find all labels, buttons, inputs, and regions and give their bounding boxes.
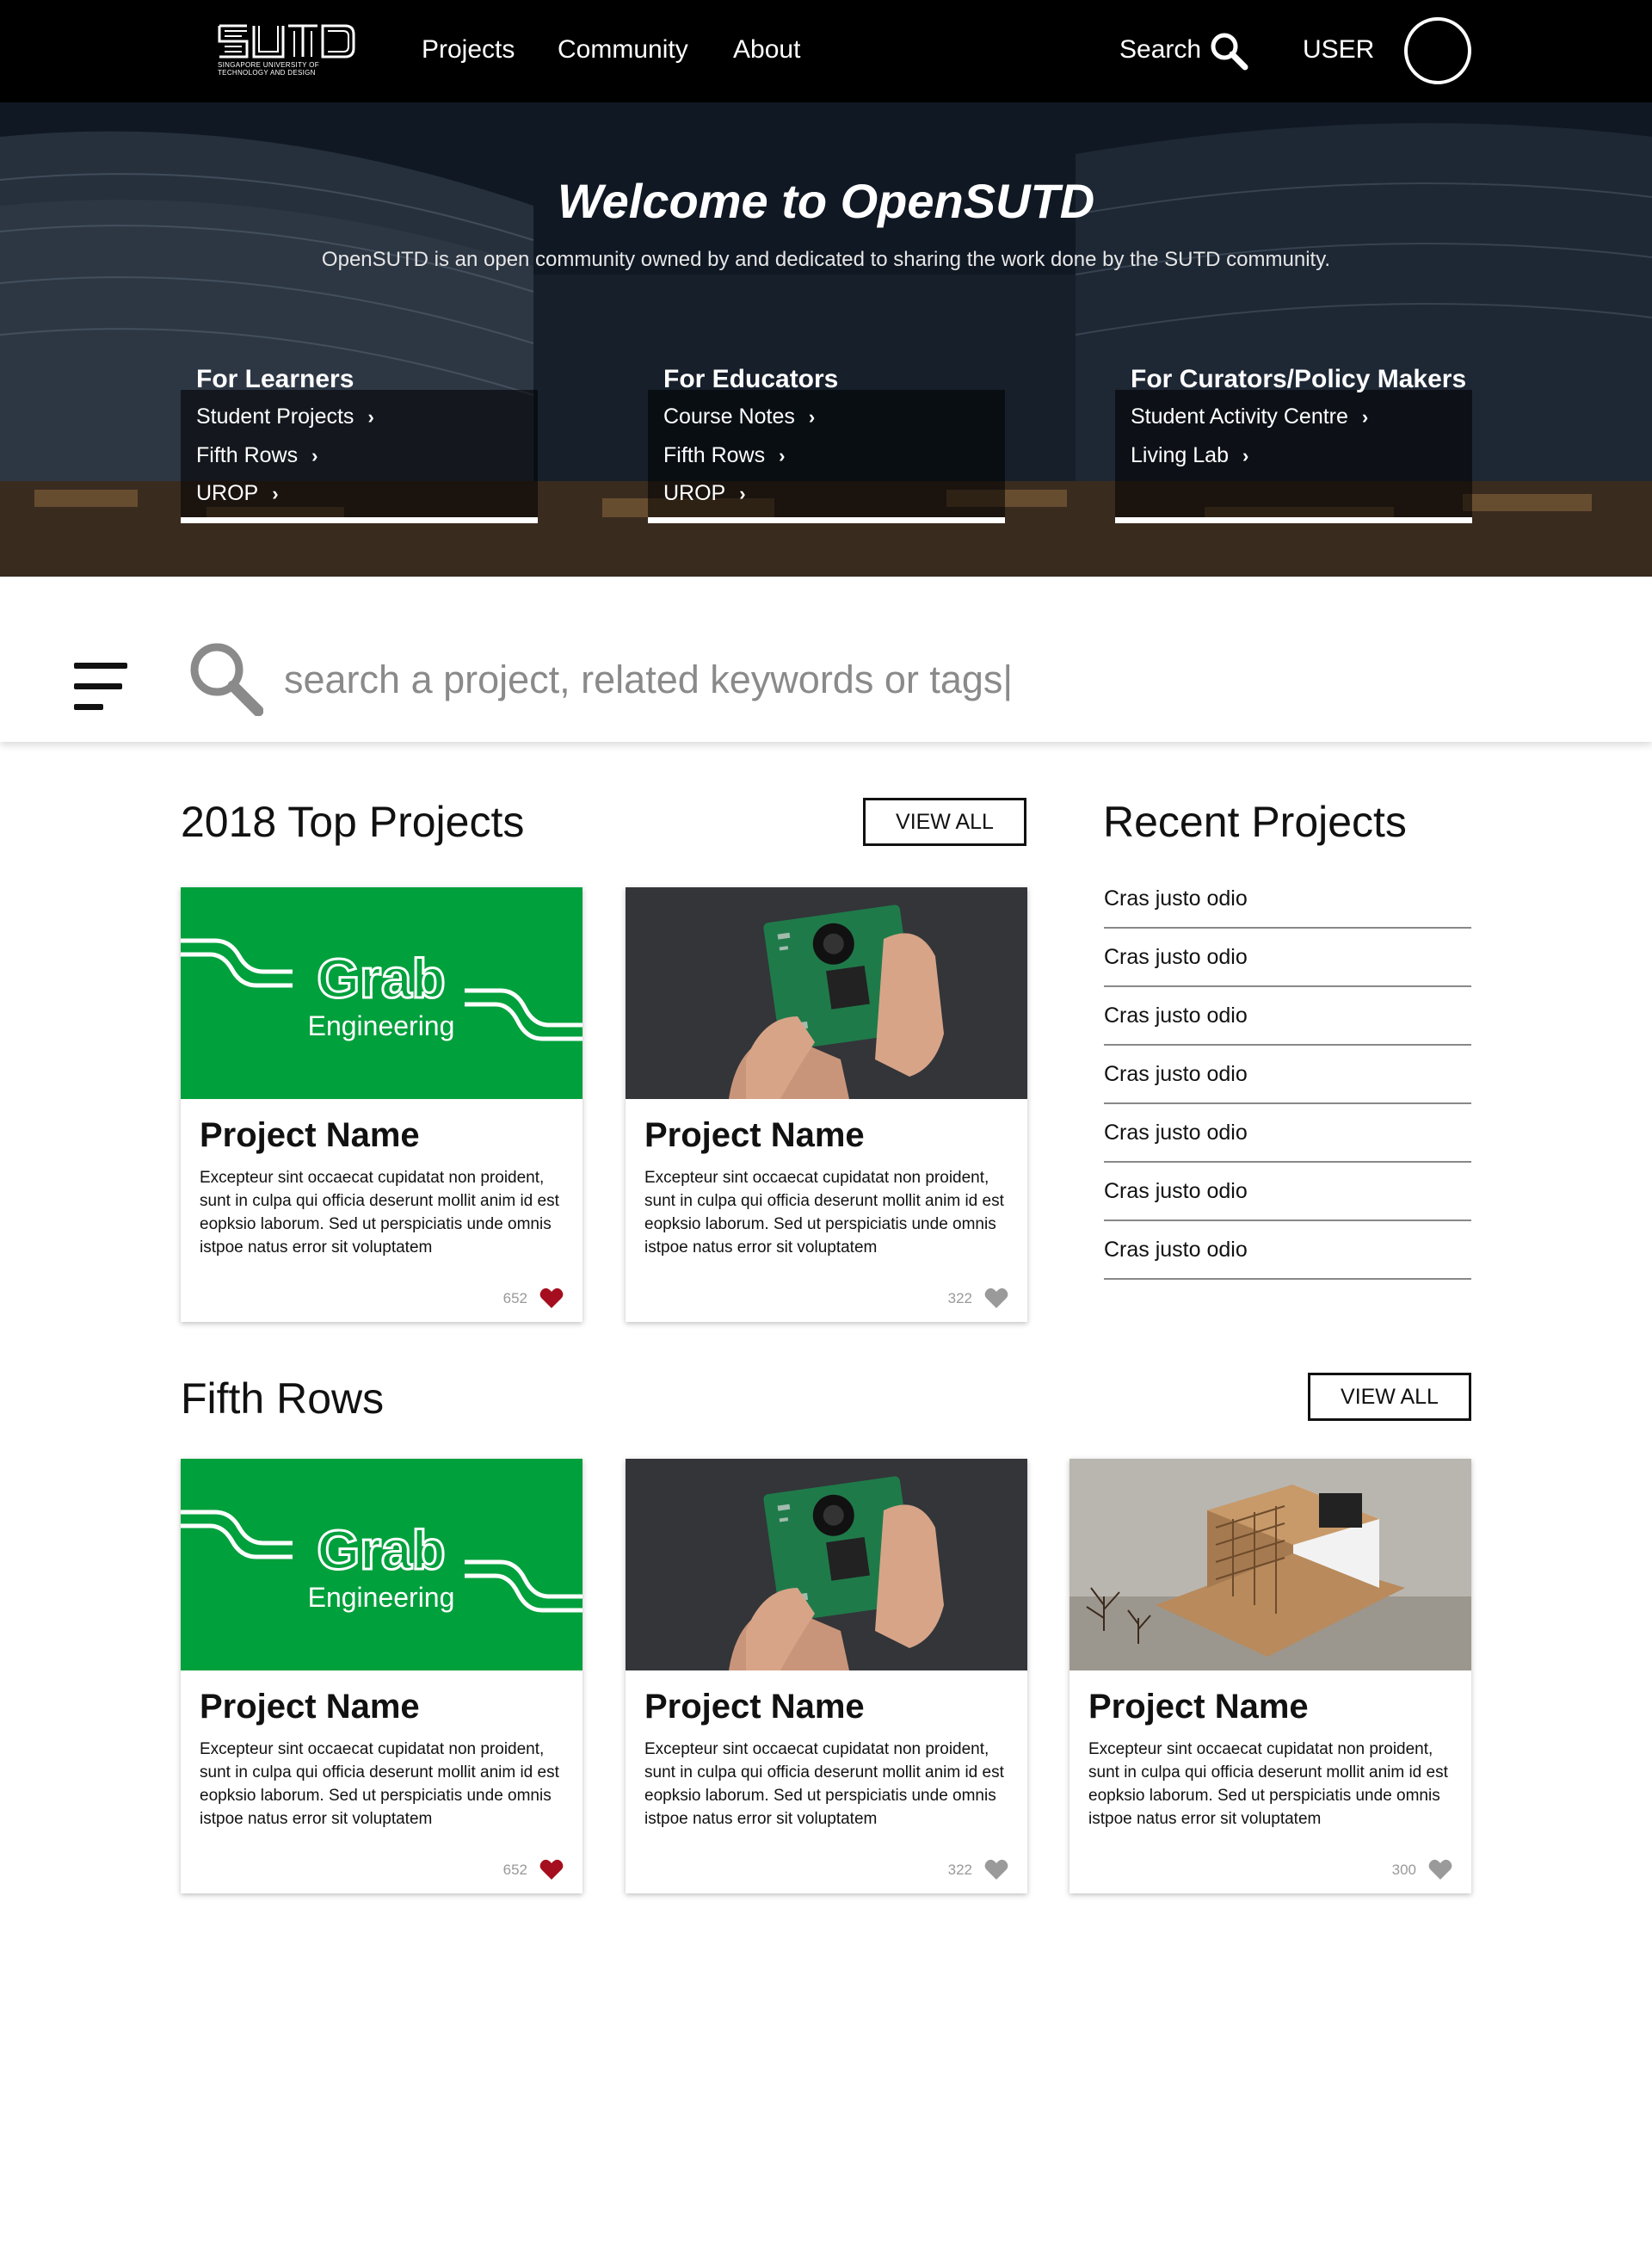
- like-count: 322: [947, 1862, 972, 1878]
- search-icon: [190, 643, 263, 716]
- grab-logo-text: Grab: [317, 1519, 445, 1581]
- recent-project-item[interactable]: Cras justo odio: [1104, 929, 1471, 987]
- project-description: Excepteur sint occaecat cupidatat non pr…: [200, 1740, 559, 1828]
- like-count: 652: [502, 1290, 527, 1306]
- section-title-fifth-rows: Fifth Rows: [181, 1374, 385, 1423]
- user-avatar[interactable]: [1404, 17, 1471, 84]
- hero-banner: Welcome to OpenSUTD OpenSUTD is an open …: [0, 102, 1652, 577]
- sutd-logo-mark: [218, 24, 355, 59]
- like-count: 652: [502, 1862, 527, 1878]
- heart-icon[interactable]: [539, 1858, 564, 1880]
- project-name: Project Name: [200, 1688, 420, 1726]
- nav-about[interactable]: About: [733, 33, 800, 67]
- recent-project-item[interactable]: Cras justo odio: [1104, 987, 1471, 1046]
- project-card[interactable]: Project Name Excepteur sint occaecat cup…: [1069, 1459, 1471, 1893]
- circuit-board-camera-image: [626, 887, 1027, 1099]
- chevron-right-icon: ›: [1242, 445, 1249, 466]
- hero-subtitle: OpenSUTD is an open community owned by a…: [321, 248, 1331, 271]
- project-card[interactable]: Grab Engineering Project Name Excepteur …: [181, 1459, 583, 1893]
- view-all-button[interactable]: VIEW ALL: [863, 798, 1026, 846]
- link-fifth-rows[interactable]: Fifth Rows ›: [196, 441, 317, 471]
- section-title-recent-projects: Recent Projects: [1103, 798, 1407, 846]
- link-student-projects[interactable]: Student Projects ›: [196, 402, 374, 432]
- chevron-right-icon: ›: [779, 445, 786, 466]
- audience-heading: For Learners: [196, 365, 354, 393]
- audience-curators: For Curators/Policy Makers Student Activ…: [1115, 362, 1472, 528]
- sutd-logo[interactable]: Singapore University of Technology and D…: [218, 22, 355, 77]
- chevron-right-icon: ›: [808, 406, 816, 428]
- project-description: Excepteur sint occaecat cupidatat non pr…: [200, 1169, 559, 1257]
- project-description: Excepteur sint occaecat cupidatat non pr…: [644, 1169, 1004, 1257]
- top-navigation-bar: Singapore University of Technology and D…: [0, 0, 1652, 102]
- project-description: Excepteur sint occaecat cupidatat non pr…: [644, 1740, 1004, 1828]
- menu-icon[interactable]: [74, 663, 127, 710]
- heart-icon[interactable]: [984, 1287, 1008, 1309]
- recent-project-item[interactable]: Cras justo odio: [1104, 870, 1471, 929]
- chevron-right-icon: ›: [367, 406, 374, 428]
- project-name: Project Name: [200, 1116, 420, 1154]
- link-student-activity-centre[interactable]: Student Activity Centre ›: [1131, 402, 1368, 432]
- audience-heading: For Educators: [663, 365, 839, 393]
- link-urop[interactable]: UROP ›: [663, 479, 746, 509]
- search-input[interactable]: [284, 654, 1489, 706]
- project-name: Project Name: [1088, 1688, 1309, 1726]
- heart-icon[interactable]: [539, 1287, 564, 1309]
- search-icon[interactable]: [1209, 31, 1248, 71]
- grab-logo-subtext: Engineering: [308, 1582, 455, 1613]
- recent-project-item[interactable]: Cras justo odio: [1104, 1104, 1471, 1163]
- project-name: Project Name: [644, 1116, 865, 1154]
- grab-engineering-image: Grab Engineering: [181, 1459, 583, 1670]
- search-bar: [0, 577, 1652, 742]
- nav-community[interactable]: Community: [558, 33, 688, 67]
- recent-project-item[interactable]: Cras justo odio: [1104, 1163, 1471, 1221]
- chevron-right-icon: ›: [1361, 406, 1369, 428]
- heart-icon[interactable]: [1428, 1858, 1452, 1880]
- project-card[interactable]: Grab Engineering Project Name Excepteur …: [181, 887, 583, 1322]
- project-name: Project Name: [644, 1688, 865, 1726]
- audience-heading: For Curators/Policy Makers: [1131, 365, 1467, 393]
- audience-learners: For Learners Student Projects › Fifth Row…: [181, 362, 538, 528]
- architecture-model-image: [1069, 1459, 1471, 1670]
- link-living-lab[interactable]: Living Lab ›: [1131, 441, 1248, 471]
- section-title-top-projects: 2018 Top Projects: [181, 798, 525, 846]
- link-course-notes[interactable]: Course Notes ›: [663, 402, 815, 432]
- nav-search-label[interactable]: Search: [1119, 33, 1201, 67]
- recent-project-item[interactable]: Cras justo odio: [1104, 1221, 1471, 1280]
- grab-logo-subtext: Engineering: [308, 1010, 455, 1041]
- circuit-board-camera-image: [626, 1459, 1027, 1670]
- project-description: Excepteur sint occaecat cupidatat non pr…: [1088, 1740, 1448, 1828]
- recent-project-item[interactable]: Cras justo odio: [1104, 1046, 1471, 1104]
- project-card[interactable]: Project Name Excepteur sint occaecat cup…: [626, 1459, 1027, 1893]
- like-count: 322: [947, 1290, 972, 1306]
- heart-icon[interactable]: [984, 1858, 1008, 1880]
- grab-engineering-image: Grab Engineering: [181, 887, 583, 1099]
- grab-logo-text: Grab: [317, 948, 445, 1010]
- audience-educators: For Educators Course Notes › Fifth Rows › …: [648, 362, 1005, 528]
- like-count: 300: [1391, 1862, 1416, 1878]
- chevron-right-icon: ›: [311, 445, 318, 466]
- nav-projects[interactable]: Projects: [422, 33, 515, 67]
- chevron-right-icon: ›: [272, 483, 279, 504]
- link-fifth-rows[interactable]: Fifth Rows ›: [663, 441, 785, 471]
- project-card[interactable]: Project Name Excepteur sint occaecat cup…: [626, 887, 1027, 1322]
- logo-subtitle: Singapore University of Technology and D…: [218, 61, 319, 77]
- chevron-right-icon: ›: [739, 483, 746, 504]
- link-urop[interactable]: UROP ›: [196, 479, 279, 509]
- nav-user-label[interactable]: USER: [1303, 33, 1374, 67]
- hero-title: Welcome to OpenSUTD: [557, 174, 1095, 228]
- view-all-button[interactable]: VIEW ALL: [1308, 1373, 1471, 1421]
